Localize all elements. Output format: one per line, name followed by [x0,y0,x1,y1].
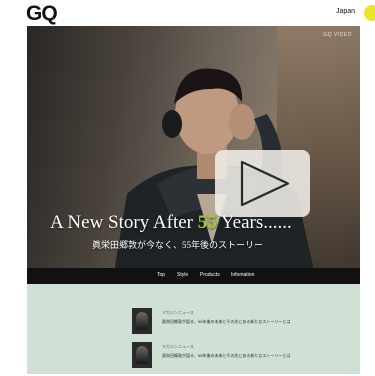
nav-item-style[interactable]: Style [177,272,188,278]
hero-corner-label: GQ VIDEO [323,32,352,38]
region-label[interactable]: Japan [336,8,355,15]
headline-text-start: A New Story After [50,212,198,233]
profile-icon[interactable] [364,5,375,21]
article-category: マガジンニュース [162,310,194,315]
list-item[interactable]: マガジンニュース 眞栄田郷敦が語る、55年後の未来とその先にある新たなストーリー… [132,308,332,342]
article-title[interactable]: 眞栄田郷敦が語る、55年後の未来とその先にある新たなストーリーとは [162,353,327,359]
list-item[interactable]: マガジンニュース 眞栄田郷敦が語る、55年後の未来とその先にある新たなストーリー… [132,342,332,376]
headline-number: 55 [197,212,217,233]
gq-logo[interactable]: GQ [26,3,58,24]
article-thumbnail[interactable] [132,308,152,334]
article-list: マガジンニュース 眞栄田郷敦が語る、55年後の未来とその先にある新たなストーリー… [27,284,360,374]
article-category: マガジンニュース [162,344,194,349]
hero-subheadline: 眞栄田郷敦が今なく、55年後のストーリー [92,240,264,250]
site-header: GQ Japan [0,0,375,26]
play-icon [240,160,290,207]
section-nav: Top Style Products Infomation [27,268,360,284]
article-thumbnail[interactable] [132,342,152,368]
hero-headline: A New Story After 55 Years...... [50,212,292,234]
play-button[interactable] [215,150,310,217]
nav-item-top[interactable]: Top [157,272,165,278]
nav-item-products[interactable]: Products [200,272,220,278]
article-title[interactable]: 眞栄田郷敦が語る、55年後の未来とその先にある新たなストーリーとは [162,319,327,325]
nav-item-infomation[interactable]: Infomation [231,272,254,278]
headline-text-end: Years...... [216,212,292,233]
